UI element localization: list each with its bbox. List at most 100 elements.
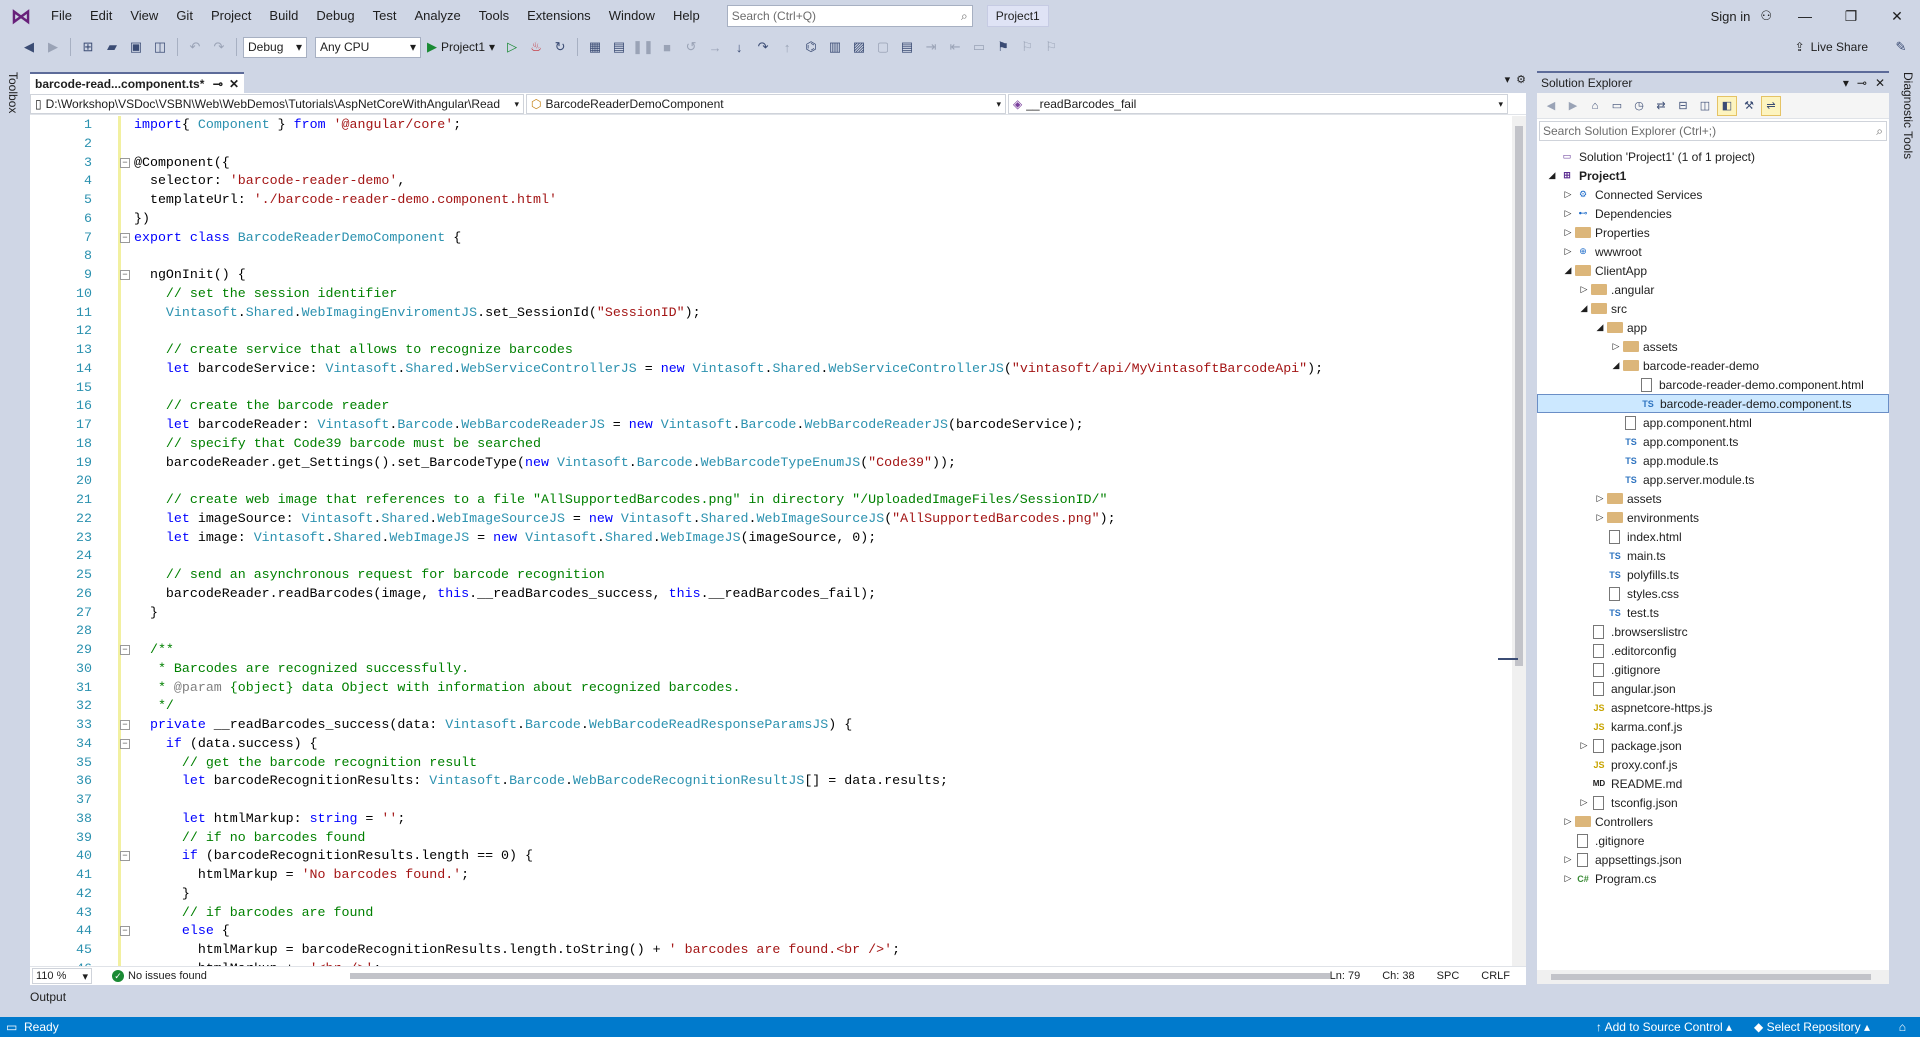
scrollbar-thumb[interactable]	[1515, 126, 1523, 666]
code-line[interactable]: 4 selector: 'barcode-reader-demo',	[30, 172, 1510, 191]
tree-item[interactable]: ◢ ClientApp	[1561, 261, 1648, 280]
step-over-icon[interactable]: ↷	[752, 36, 774, 58]
collapsed-arrow-icon[interactable]: ▷	[1593, 493, 1607, 504]
collapsed-arrow-icon[interactable]: ▷	[1609, 341, 1623, 352]
scrollbar-thumb[interactable]	[1551, 974, 1871, 980]
collapse-region-icon[interactable]: −	[120, 738, 130, 749]
code-line[interactable]: 30 * Barcodes are recognized successfull…	[30, 660, 1510, 679]
collapsed-arrow-icon[interactable]: ▷	[1561, 208, 1575, 219]
menu-project[interactable]: Project	[202, 0, 260, 32]
zoom-select[interactable]: 110 % ▾	[32, 968, 92, 984]
forward-icon[interactable]: ▶	[1563, 96, 1583, 116]
tree-item[interactable]: ◢ app	[1593, 318, 1648, 337]
notifications-bell-icon[interactable]: ⌂	[1899, 1020, 1906, 1034]
collapsed-arrow-icon[interactable]: ▷	[1561, 873, 1575, 884]
toolbox-label[interactable]: Toolbox	[6, 72, 20, 113]
code-line[interactable]: 39 // if no barcodes found	[30, 829, 1510, 848]
close-button[interactable]: ✕	[1874, 0, 1920, 32]
code-line[interactable]: 9 − ngOnInit() {	[30, 266, 1510, 285]
performance-icon[interactable]: ▥	[824, 36, 846, 58]
code-line[interactable]: 14 let barcodeService: Vintasoft.Shared.…	[30, 360, 1510, 379]
tree-item[interactable]: index.html	[1593, 527, 1682, 546]
tree-item[interactable]: ▷ environments	[1593, 508, 1700, 527]
search-input[interactable]: Search (Ctrl+Q) ⌕	[726, 5, 973, 27]
redo-icon[interactable]: ↷	[208, 36, 230, 58]
code-line[interactable]: 26 barcodeReader.readBarcodes(image, thi…	[30, 585, 1510, 604]
add-to-source-control-button[interactable]: ↑ Add to Source Control ▴	[1596, 1020, 1732, 1034]
code-line[interactable]: 8	[30, 247, 1510, 266]
output-tab[interactable]: Output	[30, 990, 66, 1004]
save-icon[interactable]: ▣	[125, 36, 147, 58]
code-line[interactable]: 15	[30, 379, 1510, 398]
tree-item[interactable]: TS polyfills.ts	[1593, 565, 1679, 584]
tree-item[interactable]: TS barcode-reader-demo.component.ts	[1537, 394, 1889, 413]
collapsed-arrow-icon[interactable]: ▷	[1577, 284, 1591, 295]
code-line[interactable]: 23 let image: Vintasoft.Shared.WebImageJ…	[30, 529, 1510, 548]
tree-item[interactable]: TS main.ts	[1593, 546, 1665, 565]
tree-item[interactable]: ◢ src	[1577, 299, 1627, 318]
tree-item[interactable]: barcode-reader-demo.component.html	[1625, 375, 1864, 394]
signin-link[interactable]: Sign in	[1711, 9, 1751, 24]
code-line[interactable]: 32 */	[30, 697, 1510, 716]
code-line[interactable]: 41 htmlMarkup = 'No barcodes found.';	[30, 866, 1510, 885]
collapsed-arrow-icon[interactable]: ▷	[1561, 816, 1575, 827]
tree-item[interactable]: TS app.module.ts	[1609, 451, 1718, 470]
step-into-icon[interactable]: ↓	[728, 36, 750, 58]
pause-icon[interactable]: ❚❚	[632, 36, 654, 58]
code-line[interactable]: 40 − if (barcodeRecognitionResults.length…	[30, 847, 1510, 866]
uncomment-icon[interactable]: ▭	[968, 36, 990, 58]
collapsed-arrow-icon[interactable]: ▷	[1561, 227, 1575, 238]
tree-item[interactable]: JS proxy.conf.js	[1577, 755, 1677, 774]
tree-item[interactable]: ▷ assets	[1609, 337, 1678, 356]
collapsed-arrow-icon[interactable]: ▷	[1577, 797, 1591, 808]
expanded-arrow-icon[interactable]: ◢	[1609, 360, 1623, 371]
expanded-arrow-icon[interactable]: ◢	[1577, 303, 1591, 314]
project-name-badge[interactable]: Project1	[986, 5, 1049, 27]
issues-indicator[interactable]: ✓ No issues found	[112, 970, 207, 982]
navigate-back-icon[interactable]: ◀	[18, 36, 40, 58]
collapse-region-icon[interactable]: −	[120, 270, 130, 280]
code-line[interactable]: 18 // specify that Code39 barcode must b…	[30, 435, 1510, 454]
menu-test[interactable]: Test	[364, 0, 406, 32]
code-line[interactable]: 33 − private __readBarcodes_success(data:…	[30, 716, 1510, 735]
collapse-region-icon[interactable]: −	[120, 157, 130, 168]
scrollbar-thumb[interactable]	[350, 973, 1330, 979]
back-icon[interactable]: ◀	[1541, 96, 1561, 116]
navigate-forward-icon[interactable]: ▶	[42, 36, 64, 58]
type-dropdown[interactable]: ⬡ BarcodeReaderDemoComponent ▾	[526, 94, 1006, 114]
code-line[interactable]: 28	[30, 622, 1510, 641]
hot-reload-icon[interactable]: ♨	[525, 36, 547, 58]
save-all-icon[interactable]: ◫	[149, 36, 171, 58]
menu-debug[interactable]: Debug	[307, 0, 363, 32]
profiler-icon[interactable]: ▨	[848, 36, 870, 58]
tracking-active-icon[interactable]: ⇌	[1761, 95, 1781, 116]
menu-window[interactable]: Window	[600, 0, 664, 32]
solution-configuration-select[interactable]: Debug ▾	[243, 36, 307, 58]
show-next-statement-icon[interactable]: →	[704, 36, 726, 58]
tree-item[interactable]: ▷ ⊷ Dependencies	[1561, 204, 1672, 223]
toolbox-strip[interactable]: Toolbox	[0, 62, 26, 1017]
tree-item[interactable]: ▭ Solution 'Project1' (1 of 1 project)	[1545, 147, 1755, 166]
show-all-files-icon[interactable]: ◫	[1695, 96, 1715, 116]
code-line[interactable]: 10 // set the session identifier	[30, 285, 1510, 304]
line-number-label[interactable]: Ln: 79	[1330, 970, 1361, 982]
expanded-arrow-icon[interactable]: ◢	[1545, 170, 1559, 181]
comment-icon[interactable]: ▢	[872, 36, 894, 58]
code-line[interactable]: 29 − /**	[30, 641, 1510, 660]
tree-item[interactable]: app.component.html	[1609, 413, 1752, 432]
next-bookmark-icon[interactable]: ⚐	[1040, 36, 1062, 58]
code-line[interactable]: 45 htmlMarkup = barcodeRecognitionResult…	[30, 941, 1510, 960]
expanded-arrow-icon[interactable]: ◢	[1593, 322, 1607, 333]
tree-item[interactable]: ▷ ⊕ wwwroot	[1561, 242, 1642, 261]
diagnostics-icon[interactable]: ⌬	[800, 36, 822, 58]
code-line[interactable]: 27 }	[30, 604, 1510, 623]
undo-icon[interactable]: ↶	[184, 36, 206, 58]
code-line[interactable]: 7 − export class BarcodeReaderDemoComponen…	[30, 229, 1510, 248]
signin-area[interactable]: Sign in ⚇	[1711, 0, 1772, 32]
tree-item[interactable]: TS app.component.ts	[1609, 432, 1738, 451]
step-out-icon[interactable]: ↑	[776, 36, 798, 58]
code-line[interactable]: 12	[30, 322, 1510, 341]
code-line[interactable]: 19 barcodeReader.get_Settings().set_Barc…	[30, 454, 1510, 473]
tree-item[interactable]: .editorconfig	[1577, 641, 1676, 660]
prev-bookmark-icon[interactable]: ⚐	[1016, 36, 1038, 58]
